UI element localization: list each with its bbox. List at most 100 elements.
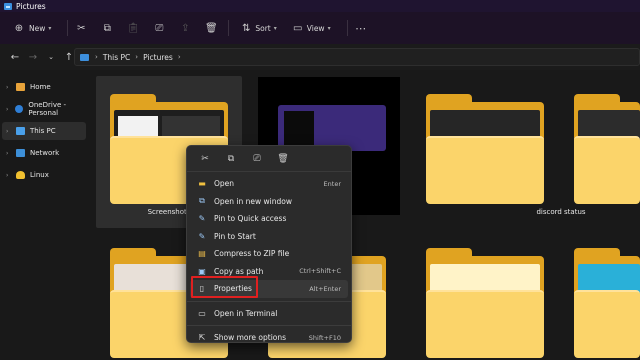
menu-item-shortcut: Enter	[323, 179, 341, 188]
zip-icon: ▤	[198, 249, 206, 259]
folder-icon	[574, 94, 640, 204]
copy-icon[interactable]: ⧉	[223, 151, 239, 167]
plus-circle-icon: ⊕	[14, 22, 24, 34]
menu-item-label: Open in Terminal	[214, 308, 278, 318]
back-arrow-icon[interactable]: ←	[6, 52, 24, 63]
more-icon[interactable]: ⋯	[354, 21, 368, 35]
folder-icon	[426, 94, 544, 204]
context-menu: ✂ ⧉ ⎚ 🗑︎ ▬ Open Enter ⧉ Open in new wind…	[186, 145, 352, 343]
menu-divider	[187, 325, 351, 326]
expand-chevron-icon[interactable]: ›	[6, 84, 16, 91]
cut-icon[interactable]: ✂	[197, 151, 213, 167]
pictures-app-icon	[4, 2, 12, 10]
sidebar-item-network[interactable]: › Network	[0, 144, 92, 162]
sidebar-item-label: This PC	[30, 127, 56, 135]
menu-item-shortcut: Shift+F10	[308, 333, 341, 342]
menu-item-pin-start[interactable]: ✎ Pin to Start	[187, 228, 351, 246]
menu-item-pin-quick-access[interactable]: ✎ Pin to Quick access	[187, 210, 351, 228]
navigation-bar: ← → ⌄ ↑ › This PC › Pictures ›	[0, 44, 640, 70]
forward-arrow-icon[interactable]: →	[24, 52, 42, 63]
new-label: New	[29, 23, 46, 33]
pin-icon: ✎	[198, 214, 206, 224]
sort-button[interactable]: ⇅ Sort ▾	[235, 18, 280, 38]
view-icon: ▭	[293, 22, 303, 34]
chevron-right-icon: ›	[177, 53, 181, 61]
chevron-right-icon: ›	[135, 53, 139, 61]
chevron-down-icon: ▾	[327, 24, 331, 32]
navigation-pane: › Home › OneDrive - Personal › This PC ›…	[0, 72, 92, 360]
context-menu-quick-actions: ✂ ⧉ ⎚ 🗑︎	[187, 146, 351, 172]
chevron-right-icon: ›	[95, 53, 98, 61]
menu-item-open-terminal[interactable]: ▭ Open in Terminal	[187, 305, 351, 323]
new-window-icon: ⧉	[199, 196, 205, 206]
sidebar-item-linux[interactable]: › Linux	[0, 166, 92, 184]
network-icon	[16, 149, 25, 157]
folder-icon	[574, 248, 640, 358]
new-button[interactable]: ⊕ New ▾	[8, 18, 55, 38]
view-label: View	[306, 23, 325, 33]
cut-icon[interactable]: ✂	[74, 21, 88, 35]
expand-chevron-icon[interactable]: ›	[6, 106, 15, 113]
home-icon	[16, 83, 25, 91]
folder-discord-status[interactable]: discord status	[536, 76, 640, 228]
menu-item-show-more-options[interactable]: ⇱ Show more options Shift+F10	[187, 329, 351, 347]
menu-divider	[187, 300, 351, 302]
breadcrumb-this-pc[interactable]: This PC	[103, 53, 130, 62]
menu-item-label: Show more options	[214, 333, 287, 343]
toolbar-divider	[346, 20, 348, 36]
menu-item-label: Pin to Start	[214, 231, 256, 241]
view-button[interactable]: ▭ View ▾	[287, 18, 335, 38]
window-title: Pictures	[16, 1, 46, 11]
breadcrumb-pictures[interactable]: Pictures	[143, 53, 173, 62]
folder-item[interactable]	[570, 240, 640, 360]
sidebar-item-onedrive[interactable]: › OneDrive - Personal	[0, 100, 92, 118]
delete-icon[interactable]: 🗑︎	[275, 151, 291, 167]
terminal-icon: ▭	[198, 308, 206, 318]
pc-icon	[80, 53, 89, 61]
sidebar-item-label: OneDrive - Personal	[28, 101, 67, 117]
sort-icon: ⇅	[242, 22, 251, 34]
recent-chevron-icon[interactable]: ⌄	[42, 53, 60, 61]
copy-icon[interactable]: ⧉	[100, 21, 114, 35]
folder-open-icon: ▬	[198, 179, 206, 189]
rename-icon[interactable]: ⎚	[152, 21, 166, 35]
folder-label: discord status	[536, 208, 586, 216]
menu-item-open-new-window[interactable]: ⧉ Open in new window	[187, 193, 351, 211]
toolbar-divider	[228, 20, 230, 36]
menu-item-open[interactable]: ▬ Open Enter	[187, 175, 351, 193]
menu-item-compress-zip[interactable]: ▤ Compress to ZIP file	[187, 245, 351, 263]
pc-icon	[16, 127, 25, 135]
rename-icon[interactable]: ⎚	[249, 151, 265, 167]
file-grid: Screenshots discord status	[92, 72, 640, 360]
menu-item-shortcut: Ctrl+Shift+C	[299, 267, 341, 276]
share-icon[interactable]: ⇪	[178, 21, 192, 35]
menu-item-label: Pin to Quick access	[214, 214, 287, 224]
chevron-down-icon: ▾	[48, 24, 52, 32]
path-icon: ▣	[198, 266, 206, 276]
sidebar-item-label: Linux	[30, 171, 49, 179]
menu-item-label: Open in new window	[214, 196, 292, 206]
menu-item-label: Copy as path	[214, 266, 264, 276]
cloud-icon	[15, 105, 24, 113]
paste-icon[interactable]: 📋︎	[126, 21, 140, 35]
expand-chevron-icon[interactable]: ›	[6, 128, 16, 135]
address-bar[interactable]: › This PC › Pictures ›	[74, 48, 640, 66]
sort-label: Sort	[255, 23, 271, 33]
sidebar-item-home[interactable]: › Home	[0, 78, 92, 96]
pin-icon: ✎	[198, 231, 206, 241]
folder-item[interactable]	[412, 76, 558, 228]
expand-chevron-icon[interactable]: ›	[6, 150, 16, 157]
menu-item-label: Compress to ZIP file	[214, 249, 290, 259]
delete-icon[interactable]: 🗑︎	[204, 21, 218, 35]
expand-chevron-icon[interactable]: ›	[6, 172, 16, 179]
folder-item[interactable]	[412, 240, 558, 360]
folder-icon	[426, 248, 544, 358]
command-bar: ⊕ New ▾ ✂ ⧉ 📋︎ ⎚ ⇪ 🗑︎ ⇅ Sort ▾ ▭ View ▾ …	[0, 12, 640, 44]
linux-icon	[16, 171, 25, 179]
properties-highlight-box	[191, 276, 258, 298]
menu-item-shortcut: Alt+Enter	[309, 284, 341, 293]
sidebar-item-this-pc[interactable]: › This PC	[2, 122, 86, 140]
more-options-icon: ⇱	[198, 333, 206, 343]
title-bar: Pictures	[0, 0, 640, 12]
sidebar-item-label: Network	[30, 149, 60, 157]
